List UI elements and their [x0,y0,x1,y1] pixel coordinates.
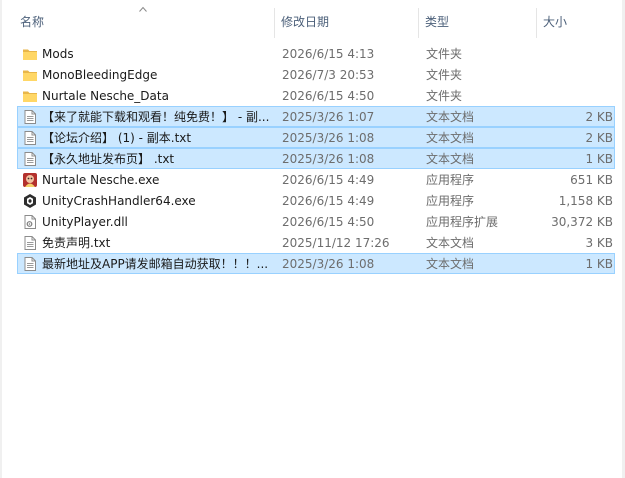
file-type: 应用程序 [426,194,475,208]
file-date-modified: 2026/6/15 4:13 [282,47,375,61]
file-row[interactable]: 【论坛介绍】 (1) - 副本.txt 2025/3/26 1:08 文本文档 2 K… [17,127,615,148]
file-name: 免责声明.txt [42,236,111,250]
file-row[interactable]: 【来了就能下载和观看！纯免费！】 - 副... 2025/3/26 1:07 文本文… [17,106,615,127]
file-row[interactable]: 最新地址及APP请发邮箱自动获取！！！... 2025/3/26 1:08 文本文档… [17,253,615,274]
column-header-type[interactable]: 类型 [419,0,535,40]
text-file-icon [24,236,36,250]
column-header-name[interactable]: 名称 [14,0,272,40]
file-size: 2 KB [585,110,613,124]
file-size: 1 KB [585,152,613,166]
file-name: UnityPlayer.dll [42,215,128,229]
file-row[interactable]: UnityPlayer.dll 2026/6/15 4:50 应用程序扩展 30,37… [17,211,615,232]
text-file-icon [24,257,36,271]
file-name: UnityCrashHandler64.exe [42,194,196,208]
file-date-modified: 2026/6/15 4:50 [282,215,375,229]
left-window-edge [0,0,2,478]
file-date-modified: 2026/6/15 4:50 [282,89,375,103]
file-date-modified: 2026/6/15 4:49 [282,194,375,208]
file-date-modified: 2025/11/12 17:26 [282,236,390,250]
file-name: 【来了就能下载和观看！纯免费！】 - 副... [42,110,270,124]
file-row[interactable]: 免责声明.txt 2025/11/12 17:26 文本文档 3 KB [17,232,615,253]
file-size: 30,372 KB [551,215,613,229]
text-file-icon [24,152,36,166]
file-size: 3 KB [585,236,613,250]
file-type: 文本文档 [426,152,475,166]
file-name: MonoBleedingEdge [42,68,158,82]
file-row[interactable]: Nurtale Nesche.exe 2026/6/15 4:49 应用程序 651 … [17,169,615,190]
file-name: Mods [42,47,74,61]
game-exe-icon [23,173,37,187]
file-name: 最新地址及APP请发邮箱自动获取！！！... [42,257,269,271]
file-size: 1,158 KB [558,194,613,208]
file-name: 【论坛介绍】 (1) - 副本.txt [42,131,192,145]
file-date-modified: 2025/3/26 1:08 [282,152,375,166]
unity-icon [24,194,36,208]
file-date-modified: 2025/3/26 1:07 [282,110,375,124]
file-date-modified: 2026/6/15 4:49 [282,173,375,187]
file-name: Nurtale Nesche.exe [42,173,160,187]
file-date-modified: 2026/7/3 20:53 [282,68,375,82]
file-type: 文件夹 [426,47,463,61]
dll-file-icon [24,214,37,230]
column-header-date-modified[interactable]: 修改日期 [275,0,417,40]
text-file-icon [24,110,36,124]
file-size: 651 KB [570,173,613,187]
folder-icon [23,49,37,60]
folder-icon [23,70,37,81]
file-type: 文本文档 [426,257,475,271]
file-type: 应用程序 [426,173,475,187]
file-row[interactable]: Mods 2026/6/15 4:13 文件夹 [17,43,615,64]
file-row[interactable]: Nurtale Nesche_Data 2026/6/15 4:50 文件夹 [17,85,615,106]
file-date-modified: 2025/3/26 1:08 [282,131,375,145]
file-size: 2 KB [585,131,613,145]
column-header-size[interactable]: 大小 [537,0,617,40]
folder-icon [23,91,37,102]
file-type: 文本文档 [426,236,475,250]
text-file-icon [24,131,36,145]
file-name: Nurtale Nesche_Data [42,89,169,103]
file-row[interactable]: UnityCrashHandler64.exe 2026/6/15 4:49 应用程… [17,190,615,211]
file-size: 1 KB [585,257,613,271]
file-name: 【永久地址发布页】 .txt [42,152,175,166]
file-row[interactable]: MonoBleedingEdge 2026/7/3 20:53 文件夹 [17,64,615,85]
file-type: 文件夹 [426,89,463,103]
column-header-bar: 名称 修改日期 类型 大小 [0,0,625,40]
file-type: 文本文档 [426,131,475,145]
file-type: 应用程序扩展 [426,215,499,229]
file-type: 文本文档 [426,110,475,124]
file-type: 文件夹 [426,68,463,82]
file-date-modified: 2025/3/26 1:08 [282,257,375,271]
file-row[interactable]: 【永久地址发布页】 .txt 2025/3/26 1:08 文本文档 1 KB [17,148,615,169]
file-list: Mods 2026/6/15 4:13 文件夹 MonoBleedingEdge 202… [17,43,615,274]
